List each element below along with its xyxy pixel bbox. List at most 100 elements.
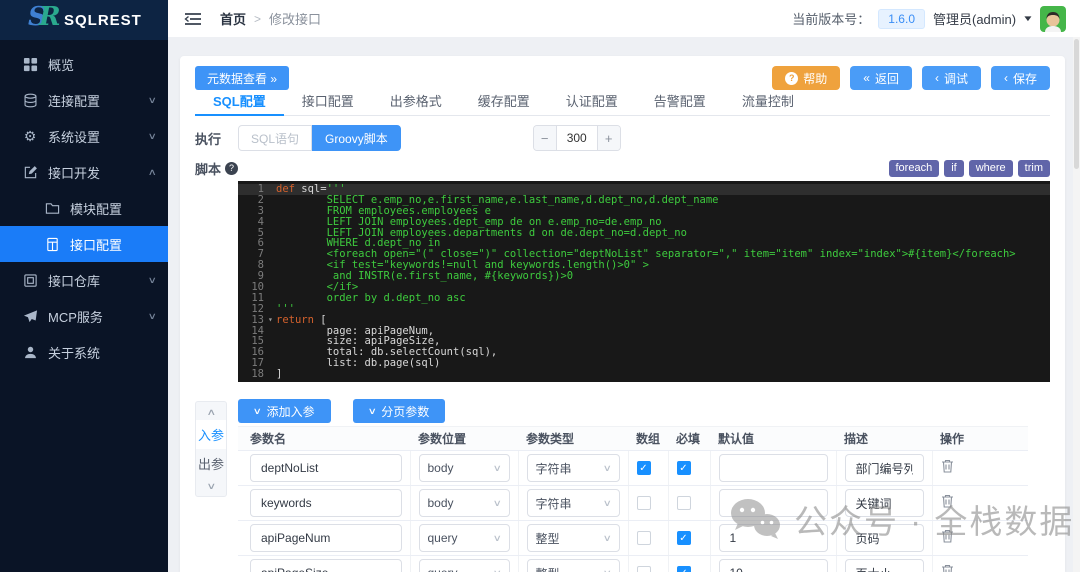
metadata-view-button[interactable]: 元数据查看 »	[195, 66, 289, 90]
delete-row-button[interactable]	[941, 494, 955, 509]
code-line-18: 18]	[238, 369, 1050, 380]
param-type-select[interactable]: 整型∨	[527, 559, 620, 572]
param-type-select[interactable]: 字符串∨	[527, 489, 620, 517]
description-input[interactable]	[845, 524, 924, 552]
brand-logo[interactable]: S R SQLREST	[0, 0, 168, 40]
param-position-select[interactable]: query∨	[419, 559, 510, 572]
sidebar-item-mcp-service[interactable]: MCP服务∨	[0, 298, 168, 334]
default-value-input[interactable]	[719, 524, 828, 552]
tab-auth-config[interactable]: 认证配置	[548, 92, 636, 116]
sidebar-item-api-dev[interactable]: 接口开发∧	[0, 154, 168, 190]
groovy-script-toggle[interactable]: Groovy脚本	[312, 125, 401, 151]
sidebar-item-api-config[interactable]: 接口配置	[0, 226, 168, 262]
sidebar-item-label: MCP服务	[48, 307, 149, 326]
default-value-input[interactable]	[719, 559, 828, 572]
sidebar-item-overview[interactable]: 概览	[0, 46, 168, 82]
snippet-trim-button[interactable]: trim	[1018, 160, 1050, 177]
snippet-buttons: foreachifwhere trim	[889, 160, 1051, 177]
card-toolbar: 元数据查看 » ? 帮助 « 返回 ‹ 调试 ‹ 保存	[195, 66, 1050, 90]
sidebar-item-module-config[interactable]: 模块配置	[0, 190, 168, 226]
sidebar-item-about[interactable]: 关于系统	[0, 334, 168, 370]
timeout-input[interactable]	[556, 126, 598, 150]
chevron-down-icon[interactable]: ∨	[206, 478, 216, 494]
scrollbar-thumb[interactable]	[1074, 39, 1079, 169]
param-type-select[interactable]: 字符串∨	[527, 454, 620, 482]
tab-cache-config[interactable]: 缓存配置	[460, 92, 548, 116]
menu-fold-icon[interactable]	[184, 11, 202, 27]
array-checkbox[interactable]	[637, 496, 651, 510]
required-checkbox[interactable]	[677, 496, 691, 510]
sidebar-item-system-settings[interactable]: ⚙系统设置∨	[0, 118, 168, 154]
delete-row-button[interactable]	[941, 564, 955, 572]
column-header: 必填	[668, 427, 710, 451]
debug-label: 调试	[944, 70, 968, 87]
stepper-plus-button[interactable]: +	[598, 126, 620, 150]
add-input-param-label: 添加入参	[267, 403, 315, 420]
code-editor[interactable]: 1def sql='''2 SELECT e.emp_no,e.first_na…	[238, 181, 1050, 382]
tab-output-format[interactable]: 出参格式	[372, 92, 460, 116]
help-button[interactable]: ? 帮助	[772, 66, 840, 90]
question-circle-icon[interactable]: ?	[225, 162, 238, 175]
tab-api-config[interactable]: 接口配置	[284, 92, 372, 116]
delete-row-button[interactable]	[941, 529, 955, 544]
param-name-input[interactable]	[250, 489, 402, 517]
window-scrollbar[interactable]	[1073, 37, 1080, 572]
param-tab-input-params[interactable]: 入参	[196, 420, 226, 449]
sidebar-item-connections[interactable]: 连接配置∨	[0, 82, 168, 118]
tab-flow-control[interactable]: 流量控制	[724, 92, 812, 116]
fold-caret-icon[interactable]: ▾	[268, 315, 276, 326]
required-checkbox[interactable]: ✓	[677, 461, 691, 475]
delete-row-button[interactable]	[941, 459, 955, 474]
required-checkbox[interactable]: ✓	[677, 531, 691, 545]
param-name-input[interactable]	[250, 454, 402, 482]
array-checkbox[interactable]	[637, 531, 651, 545]
topbar-right: 当前版本号： 1.6.0 管理员(admin) ▼	[792, 6, 1066, 32]
chevron-down-icon[interactable]: ▼	[1022, 14, 1034, 23]
param-row-apiPageNum: query∨ 整型∨ ✓	[238, 521, 1028, 556]
default-value-input[interactable]	[719, 454, 828, 482]
param-name-input[interactable]	[250, 524, 402, 552]
breadcrumb-home[interactable]: 首页	[220, 9, 246, 28]
user-menu[interactable]: 管理员(admin)	[933, 9, 1016, 28]
debug-button[interactable]: ‹ 调试	[922, 66, 981, 90]
array-checkbox[interactable]	[637, 566, 651, 572]
code-line-11: 11 order by d.dept_no asc	[238, 293, 1050, 304]
param-position-select[interactable]: body∨	[419, 489, 510, 517]
timeout-stepper: − +	[533, 125, 621, 151]
description-input[interactable]	[845, 454, 924, 482]
page-params-button[interactable]: ∨ 分页参数	[353, 399, 446, 423]
chevron-down-icon: ∨	[148, 95, 157, 106]
breadcrumb-separator: >	[254, 12, 261, 26]
chevron-down-icon: ∨	[603, 498, 612, 509]
param-position-select[interactable]: body∨	[419, 454, 510, 482]
snippet-foreach-button[interactable]: foreach	[889, 160, 940, 177]
breadcrumb-current: 修改接口	[269, 9, 321, 28]
version-label: 当前版本号：	[792, 9, 870, 28]
tab-alert-config[interactable]: 告警配置	[636, 92, 724, 116]
param-type-select[interactable]: 整型∨	[527, 524, 620, 552]
stepper-minus-button[interactable]: −	[534, 126, 556, 150]
param-position-select[interactable]: query∨	[419, 524, 510, 552]
param-tab-output-params[interactable]: 出参	[196, 449, 226, 478]
description-input[interactable]	[845, 489, 924, 517]
tab-sql-config[interactable]: SQL配置	[195, 92, 284, 116]
sql-statement-toggle[interactable]: SQL语句	[238, 125, 312, 151]
chevron-up-icon[interactable]: ∧	[206, 404, 216, 420]
snippet-where-button[interactable]: where	[969, 160, 1013, 177]
add-input-param-button[interactable]: ∨ 添加入参	[238, 399, 331, 423]
snippet-if-button[interactable]: if	[944, 160, 964, 177]
array-checkbox[interactable]: ✓	[637, 461, 651, 475]
back-button[interactable]: « 返回	[850, 66, 912, 90]
version-badge[interactable]: 1.6.0	[878, 9, 925, 29]
main-card: 元数据查看 » ? 帮助 « 返回 ‹ 调试 ‹ 保存	[180, 56, 1065, 572]
line-number: 4	[238, 217, 268, 228]
avatar[interactable]	[1040, 6, 1066, 32]
save-button[interactable]: ‹ 保存	[991, 66, 1050, 90]
required-checkbox[interactable]: ✓	[677, 566, 691, 572]
description-input[interactable]	[845, 559, 924, 572]
default-value-input[interactable]	[719, 489, 828, 517]
sidebar-item-api-repo[interactable]: 接口仓库∨	[0, 262, 168, 298]
param-name-input[interactable]	[250, 559, 402, 572]
logo-letter-r: R	[39, 2, 61, 32]
column-header: 操作	[932, 427, 1028, 451]
